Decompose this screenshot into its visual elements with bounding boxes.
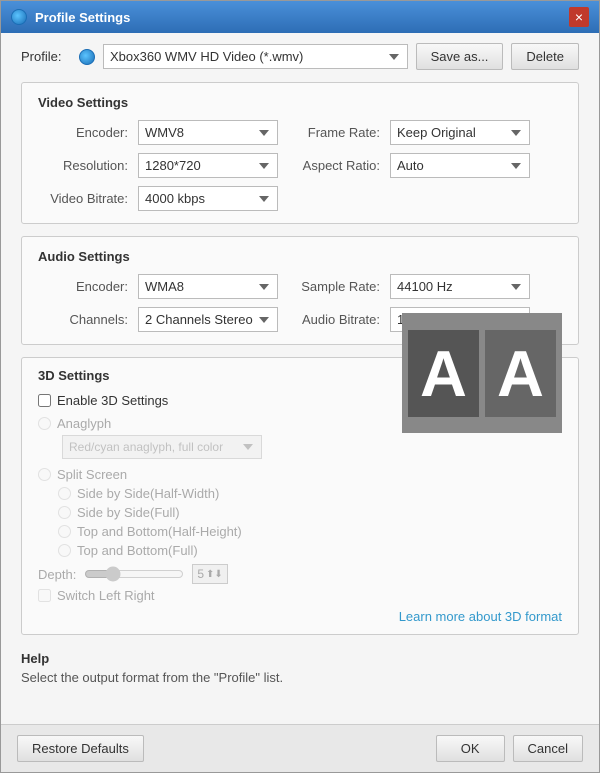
profile-select[interactable]: Xbox360 WMV HD Video (*.wmv) bbox=[103, 44, 408, 69]
aspectratio-select[interactable]: Auto bbox=[390, 153, 530, 178]
aspectratio-col: Aspect Ratio: Auto bbox=[300, 153, 562, 178]
encoder-label: Encoder: bbox=[38, 125, 128, 140]
profile-label: Profile: bbox=[21, 49, 71, 64]
audio-settings-title: Audio Settings bbox=[38, 249, 562, 264]
channels-select[interactable]: 2 Channels Stereo bbox=[138, 307, 278, 332]
ok-button[interactable]: OK bbox=[436, 735, 505, 762]
footer: Restore Defaults OK Cancel bbox=[1, 724, 599, 772]
close-button[interactable]: × bbox=[569, 7, 589, 27]
samplerate-select[interactable]: 44100 Hz bbox=[390, 274, 530, 299]
title-bar: Profile Settings × bbox=[1, 1, 599, 33]
depth-value: 5 ⬆⬇ bbox=[192, 564, 227, 584]
preview-inner: A A bbox=[402, 313, 562, 433]
audio-encoder-label: Encoder: bbox=[38, 279, 128, 294]
depth-spinner-icon: ⬆⬇ bbox=[206, 569, 223, 580]
side-by-side-half-label: Side by Side(Half-Width) bbox=[77, 486, 219, 501]
audio-encoder-select[interactable]: WMA8 bbox=[138, 274, 278, 299]
save-as-button[interactable]: Save as... bbox=[416, 43, 504, 70]
top-bottom-half-label: Top and Bottom(Half-Height) bbox=[77, 524, 242, 539]
enable-3d-row: Enable 3D Settings bbox=[38, 393, 390, 408]
anaglyph-select-row: Red/cyan anaglyph, full color bbox=[38, 435, 390, 459]
samplerate-label: Sample Rate: bbox=[300, 279, 380, 294]
preview-box: A A bbox=[402, 313, 562, 433]
title-bar-left: Profile Settings bbox=[11, 9, 130, 25]
enable-3d-checkbox[interactable] bbox=[38, 394, 51, 407]
three-d-inner: Enable 3D Settings Anaglyph Red/cyan ana… bbox=[38, 393, 562, 603]
top-bottom-half-radio[interactable] bbox=[58, 525, 71, 538]
resolution-aspectratio-row: Resolution: 1280*720 Aspect Ratio: Auto bbox=[38, 153, 562, 178]
channels-col: Channels: 2 Channels Stereo bbox=[38, 307, 300, 332]
channels-label: Channels: bbox=[38, 312, 128, 327]
preview-letter-a2: A bbox=[485, 330, 556, 417]
video-settings-section: Video Settings Encoder: WMV8 Frame Rate:… bbox=[21, 82, 579, 224]
aspectratio-label: Aspect Ratio: bbox=[300, 158, 380, 173]
top-bottom-full-option: Top and Bottom(Full) bbox=[58, 543, 390, 558]
dialog-window: Profile Settings × Profile: Xbox360 WMV … bbox=[0, 0, 600, 773]
bitrate-row: Video Bitrate: 4000 kbps bbox=[38, 186, 562, 211]
bitrate-select[interactable]: 4000 kbps bbox=[138, 186, 278, 211]
anaglyph-label: Anaglyph bbox=[57, 416, 111, 431]
switch-lr-checkbox[interactable] bbox=[38, 589, 51, 602]
split-screen-label: Split Screen bbox=[57, 467, 127, 482]
side-by-side-half-radio[interactable] bbox=[58, 487, 71, 500]
resolution-select[interactable]: 1280*720 bbox=[138, 153, 278, 178]
main-content: Profile: Xbox360 WMV HD Video (*.wmv) Sa… bbox=[1, 33, 599, 724]
three-d-preview: A A bbox=[402, 393, 562, 603]
side-by-side-half-option: Side by Side(Half-Width) bbox=[58, 486, 390, 501]
video-settings-title: Video Settings bbox=[38, 95, 562, 110]
framerate-label: Frame Rate: bbox=[300, 125, 380, 140]
switch-lr-label: Switch Left Right bbox=[57, 588, 155, 603]
samplerate-col: Sample Rate: 44100 Hz bbox=[300, 274, 562, 299]
enable-3d-label: Enable 3D Settings bbox=[57, 393, 168, 408]
audio-encoder-samplerate-row: Encoder: WMA8 Sample Rate: 44100 Hz bbox=[38, 274, 562, 299]
framerate-col: Frame Rate: Keep Original bbox=[300, 120, 562, 145]
switch-lr-row: Switch Left Right bbox=[38, 588, 390, 603]
resolution-label: Resolution: bbox=[38, 158, 128, 173]
delete-button[interactable]: Delete bbox=[511, 43, 579, 70]
profile-row: Profile: Xbox360 WMV HD Video (*.wmv) Sa… bbox=[21, 43, 579, 70]
side-by-side-full-radio[interactable] bbox=[58, 506, 71, 519]
anaglyph-radio[interactable] bbox=[38, 417, 51, 430]
encoder-select[interactable]: WMV8 bbox=[138, 120, 278, 145]
cancel-button[interactable]: Cancel bbox=[513, 735, 583, 762]
learn-more-link[interactable]: Learn more about 3D format bbox=[399, 609, 562, 624]
app-icon bbox=[11, 9, 27, 25]
audiobitrate-label: Audio Bitrate: bbox=[300, 312, 380, 327]
learn-more-row: Learn more about 3D format bbox=[38, 609, 562, 624]
bitrate-label: Video Bitrate: bbox=[38, 191, 128, 206]
depth-number: 5 bbox=[197, 567, 204, 581]
audio-encoder-col: Encoder: WMA8 bbox=[38, 274, 300, 299]
split-screen-radio[interactable] bbox=[38, 468, 51, 481]
preview-letter-a1: A bbox=[408, 330, 479, 417]
help-section: Help Select the output format from the "… bbox=[21, 647, 579, 689]
split-screen-option: Split Screen bbox=[38, 467, 390, 482]
footer-right-buttons: OK Cancel bbox=[436, 735, 583, 762]
bitrate-col: Video Bitrate: 4000 kbps bbox=[38, 186, 562, 211]
top-bottom-half-option: Top and Bottom(Half-Height) bbox=[58, 524, 390, 539]
side-by-side-full-option: Side by Side(Full) bbox=[58, 505, 390, 520]
framerate-select[interactable]: Keep Original bbox=[390, 120, 530, 145]
anaglyph-option: Anaglyph bbox=[38, 416, 390, 431]
dialog-title: Profile Settings bbox=[35, 10, 130, 25]
side-by-side-full-label: Side by Side(Full) bbox=[77, 505, 180, 520]
top-bottom-full-radio[interactable] bbox=[58, 544, 71, 557]
three-d-settings-section: 3D Settings Enable 3D Settings Anaglyph … bbox=[21, 357, 579, 635]
depth-row: Depth: 5 ⬆⬇ bbox=[38, 564, 390, 584]
preview-letters: A A bbox=[408, 330, 556, 417]
help-text: Select the output format from the "Profi… bbox=[21, 670, 579, 685]
anaglyph-type-select[interactable]: Red/cyan anaglyph, full color bbox=[62, 435, 262, 459]
help-title: Help bbox=[21, 651, 579, 666]
restore-defaults-button[interactable]: Restore Defaults bbox=[17, 735, 144, 762]
encoder-col: Encoder: WMV8 bbox=[38, 120, 300, 145]
depth-label: Depth: bbox=[38, 567, 76, 582]
profile-icon bbox=[79, 49, 95, 65]
encoder-framerate-row: Encoder: WMV8 Frame Rate: Keep Original bbox=[38, 120, 562, 145]
resolution-col: Resolution: 1280*720 bbox=[38, 153, 300, 178]
three-d-controls: Enable 3D Settings Anaglyph Red/cyan ana… bbox=[38, 393, 390, 603]
depth-slider[interactable] bbox=[84, 566, 184, 582]
top-bottom-full-label: Top and Bottom(Full) bbox=[77, 543, 198, 558]
